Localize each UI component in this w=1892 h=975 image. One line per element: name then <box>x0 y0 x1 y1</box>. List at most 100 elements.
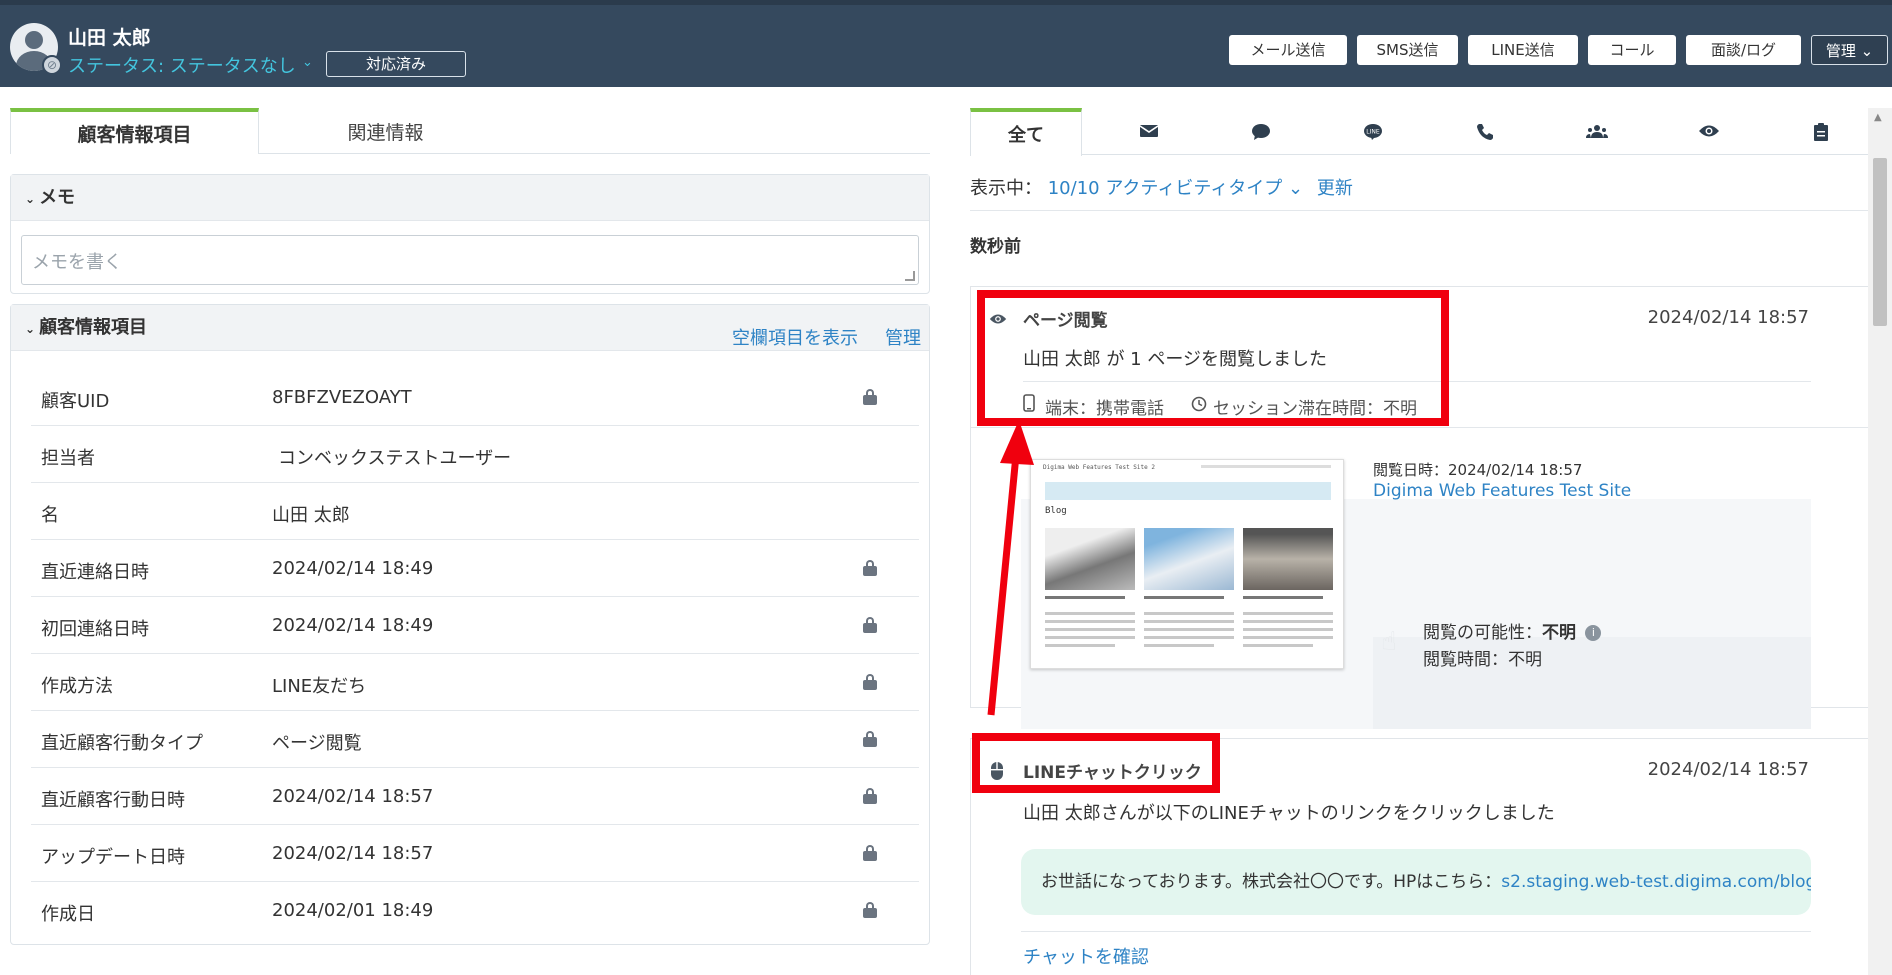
activity-type-dropdown[interactable]: 10/10 アクティビティタイプ ⌄ <box>1048 178 1303 199</box>
view-possibility: 閲覧の可能性：不明 i <box>1423 618 1602 643</box>
manage-dropdown-button[interactable]: 管理 ⌄ <box>1811 35 1888 65</box>
divider <box>1021 931 1811 932</box>
line-message-bubble: お世話になっております。株式会社〇〇です。HPはこちら：s2.staging.w… <box>1021 849 1811 915</box>
table-row: 直近顧客行動日時 2024/02/14 18:57 <box>31 768 919 825</box>
viewed-at: 閲覧日時：2024/02/14 18:57 <box>1373 461 1583 479</box>
chevron-down-icon: ⌄ <box>25 192 36 206</box>
clipboard-icon[interactable] <box>1810 123 1832 141</box>
table-row: 直近連絡日時 2024/02/14 18:49 <box>31 540 919 597</box>
manage-fields-link[interactable]: 管理 <box>885 316 921 362</box>
handled-button[interactable]: 対応済み <box>326 51 466 77</box>
message-text: お世話になっております。株式会社〇〇です。HPはこちら： <box>1041 872 1502 892</box>
lock-icon <box>863 389 877 405</box>
send-line-button[interactable]: LINE送信 <box>1468 35 1578 65</box>
customer-info-panel: ⌄ 顧客情報項目 空欄項目を表示 管理 顧客UID 8FBFZVEZOAYT 担当… <box>10 304 930 945</box>
memo-input[interactable]: メモを書く <box>21 235 919 285</box>
lock-icon <box>863 617 877 633</box>
annotation-arrow <box>987 420 1034 716</box>
message-link[interactable]: s2.staging.web-test.digima.com/blog <box>1501 872 1811 892</box>
table-row: 顧客UID 8FBFZVEZOAYT <box>31 369 919 426</box>
table-row: 初回連絡日時 2024/02/14 18:49 <box>31 597 919 654</box>
activity-date: 2024/02/14 18:57 <box>1647 307 1809 328</box>
status-dropdown[interactable]: ステータス: ステータスなし <box>68 52 296 78</box>
meeting-log-button[interactable]: 面談/ログ <box>1686 35 1801 65</box>
thumbnail-photo <box>1144 528 1234 590</box>
activity-scrollbar[interactable]: ▲ <box>1868 108 1892 975</box>
field-label: 作成日 <box>41 904 95 925</box>
line-icon[interactable]: LINE <box>1362 123 1384 141</box>
field-value: 2024/02/14 18:57 <box>272 843 434 864</box>
touch-icon: ☝ <box>1381 627 1397 657</box>
filter-prefix: 表示中： <box>970 178 1042 199</box>
show-empty-fields-link[interactable]: 空欄項目を表示 <box>732 316 858 362</box>
field-value: 2024/02/01 18:49 <box>272 900 434 921</box>
send-email-button[interactable]: メール送信 <box>1229 35 1347 65</box>
view-duration: 閲覧時間：不明 <box>1423 650 1542 670</box>
table-row: 作成方法 LINE友だち <box>31 654 919 711</box>
memo-panel: ⌄ メモ メモを書く <box>10 174 930 294</box>
annotation-box <box>972 733 1220 793</box>
table-row: 担当者 コンベックステストユーザー <box>31 426 919 483</box>
thumbnail-blog-heading: Blog <box>1045 506 1067 516</box>
resize-handle-icon[interactable] <box>905 271 915 281</box>
page-thumbnail[interactable]: Digima Web Features Test Site 2 Blog <box>1030 459 1344 669</box>
table-row: 名 山田 太郎 <box>31 483 919 540</box>
customer-name: 山田 太郎 <box>68 27 151 49</box>
call-button[interactable]: コール <box>1588 35 1676 65</box>
tab-divider <box>259 153 930 154</box>
chevron-down-icon: ⌄ <box>25 322 36 336</box>
thumbnail-photo <box>1243 528 1333 590</box>
tab-customer-info[interactable]: 顧客情報項目 <box>10 108 259 154</box>
refresh-link[interactable]: 更新 <box>1317 178 1353 199</box>
field-value: ページ閲覧 <box>272 733 362 754</box>
view-chat-link[interactable]: チャットを確認 <box>1023 943 1149 969</box>
field-value: 2024/02/14 18:49 <box>272 615 434 636</box>
memo-header[interactable]: ⌄ メモ <box>11 175 929 221</box>
block-icon: ⊘ <box>42 55 62 75</box>
scroll-up-icon[interactable]: ▲ <box>1874 112 1882 123</box>
field-value: 2024/02/14 18:57 <box>272 786 434 807</box>
lock-icon <box>863 788 877 804</box>
eye-icon[interactable] <box>1698 123 1720 141</box>
lock-icon <box>863 902 877 918</box>
thumbnail-photo <box>1045 528 1135 590</box>
field-label: 直近連絡日時 <box>41 562 149 583</box>
people-icon[interactable] <box>1586 123 1608 141</box>
divider <box>970 210 1870 211</box>
table-row: 作成日 2024/02/01 18:49 <box>31 882 919 939</box>
phone-icon[interactable] <box>1474 123 1496 141</box>
chevron-down-icon[interactable]: ⌄ <box>302 55 313 70</box>
lock-icon <box>863 845 877 861</box>
mail-icon[interactable] <box>1138 123 1160 141</box>
customer-info-header[interactable]: ⌄ 顧客情報項目 空欄項目を表示 管理 <box>11 305 929 351</box>
field-label: 作成方法 <box>41 676 113 697</box>
table-row: 直近顧客行動タイプ ページ閲覧 <box>31 711 919 768</box>
site-link[interactable]: Digima Web Features Test Site <box>1373 481 1631 501</box>
field-label: 顧客UID <box>41 391 110 412</box>
field-label: 名 <box>41 505 59 526</box>
thumbnail-title: Digima Web Features Test Site 2 <box>1043 464 1155 471</box>
chat-bubble-icon[interactable] <box>1250 123 1272 141</box>
tab-related-info[interactable]: 関連情報 <box>259 112 512 154</box>
info-icon[interactable]: i <box>1585 625 1602 641</box>
annotation-box <box>977 290 1449 426</box>
field-value[interactable]: 山田 太郎 <box>272 501 350 527</box>
lock-icon <box>863 731 877 747</box>
field-label: 直近顧客行動タイプ <box>41 733 203 754</box>
lock-icon <box>863 560 877 576</box>
table-row: アップデート日時 2024/02/14 18:57 <box>31 825 919 882</box>
send-sms-button[interactable]: SMS送信 <box>1357 35 1458 65</box>
field-value: 8FBFZVEZOAYT <box>272 387 412 408</box>
tab-all[interactable]: 全て <box>970 108 1082 156</box>
field-label: 担当者 <box>41 448 95 469</box>
field-label: 直近顧客行動日時 <box>41 790 185 811</box>
activity-tab-bar: 全て LINE <box>970 108 1870 156</box>
field-value: 2024/02/14 18:49 <box>272 558 434 579</box>
field-value: LINE友だち <box>272 676 367 697</box>
activity-filter: 表示中： 10/10 アクティビティタイプ ⌄ 更新 <box>970 174 1353 200</box>
field-value[interactable]: コンベックステストユーザー <box>278 444 511 470</box>
scrollbar-thumb[interactable] <box>1873 158 1887 326</box>
customer-header: ⊘ 山田 太郎 ステータス: ステータスなし ⌄ 対応済み メール送信 SMS送… <box>0 0 1892 87</box>
field-label: アップデート日時 <box>41 847 185 868</box>
activity-description: 山田 太郎さんが以下のLINEチャットのリンクをクリックしました <box>1023 803 1555 824</box>
